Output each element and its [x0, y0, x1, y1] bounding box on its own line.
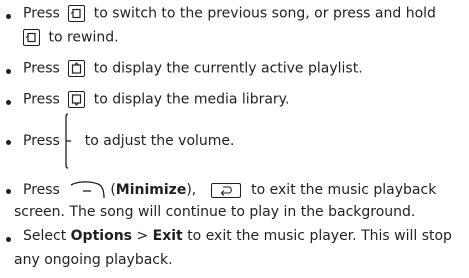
item-text: to display the media library.: [93, 91, 290, 108]
bullet: [6, 100, 11, 105]
down-key-icon: [68, 91, 86, 108]
item-line: Select Options > Exit to exit the music …: [23, 228, 452, 245]
separator: >: [136, 228, 149, 244]
left-key-icon: [68, 5, 86, 22]
item-line: screen. The song will continue to play i…: [14, 204, 415, 221]
volume-key-icon: [64, 113, 80, 169]
item-text: Press: [23, 91, 60, 108]
item-text: to display the currently active playlist…: [93, 60, 363, 77]
item-text: to rewind.: [48, 29, 119, 46]
item-text: to exit the music player. This will stop: [187, 228, 452, 244]
bullet: [6, 14, 11, 19]
item-line: Press to display the currently active pl…: [23, 60, 363, 78]
item-text: to switch to the previous song, or press…: [93, 5, 436, 22]
bullet: [6, 69, 11, 74]
item-text: Press: [23, 5, 60, 22]
left-key-icon: [23, 29, 40, 46]
bullet: [6, 189, 11, 194]
item-text: any ongoing playback.: [14, 252, 173, 268]
item-text: Press: [23, 60, 60, 77]
instruction-list: Press to switch to the previous song, or…: [0, 0, 469, 278]
minimize-label: Minimize: [115, 182, 187, 198]
item-text: screen. The song will continue to play i…: [14, 204, 416, 220]
paren-close: ),: [186, 182, 197, 198]
options-label: Options: [70, 228, 132, 244]
up-key-icon: [68, 60, 86, 77]
bullet: [6, 140, 11, 145]
item-line: Press to adjust the volume.: [23, 113, 234, 169]
item-text: Press: [23, 133, 60, 149]
item-line: Press (Minimize), to exit the music play…: [23, 180, 436, 200]
item-text: Select: [23, 228, 67, 244]
exit-label: Exit: [152, 228, 183, 244]
item-line: any ongoing playback.: [14, 252, 173, 269]
item-line: to rewind.: [23, 29, 119, 47]
item-text: to exit the music playback: [251, 182, 437, 198]
back-key-icon: [210, 182, 241, 198]
item-text: Press: [23, 182, 60, 198]
item-line: Press to switch to the previous song, or…: [23, 5, 436, 23]
item-text: to adjust the volume.: [84, 133, 235, 149]
item-line: Press to display the media library.: [23, 91, 289, 109]
bullet: [6, 237, 11, 242]
right-softkey-icon: [70, 180, 106, 200]
